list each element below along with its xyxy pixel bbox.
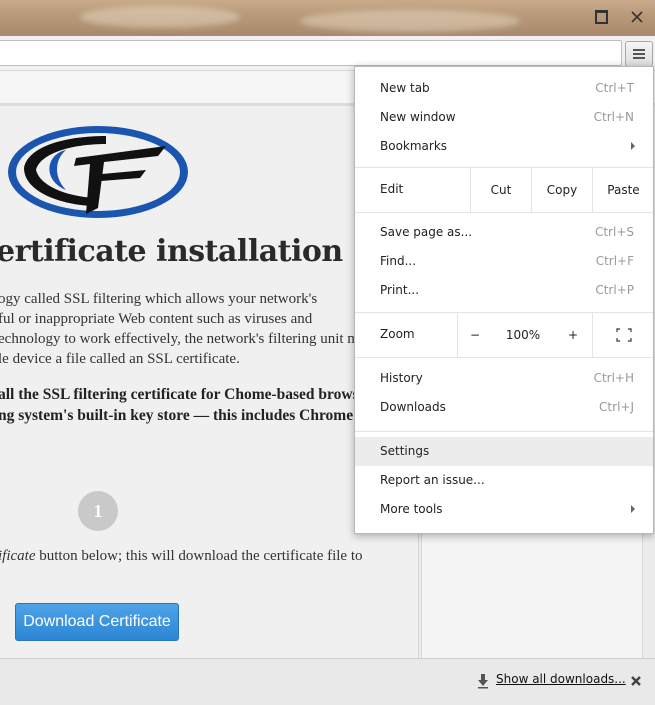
titlebar-texture [300, 10, 520, 32]
step-instruction-text: button below; this will download the cer… [35, 548, 363, 564]
zoom-in-button[interactable]: + [555, 313, 591, 357]
close-icon [631, 11, 643, 23]
menu-item-new-window[interactable]: New window Ctrl+N [355, 103, 653, 132]
menu-item-settings[interactable]: Settings [355, 437, 653, 466]
fullscreen-button[interactable] [592, 313, 654, 357]
menu-item-bookmarks[interactable]: Bookmarks [355, 132, 653, 161]
download-arrow-icon [478, 674, 488, 689]
menu-item-label: New window [380, 110, 456, 124]
menu-separator [355, 212, 653, 213]
downloads-shelf: Show all downloads... [0, 658, 655, 705]
browser-main-menu: New tab Ctrl+T New window Ctrl+N Bookmar… [354, 66, 654, 534]
menu-item-label: Settings [380, 444, 430, 458]
window-title-bar [0, 0, 655, 36]
menu-item-downloads[interactable]: Downloads Ctrl+J [355, 393, 653, 422]
menu-zoom-row: Zoom − 100% + [355, 313, 653, 357]
close-icon[interactable] [629, 674, 643, 688]
menu-item-label: History [380, 371, 423, 385]
company-logo [8, 126, 188, 218]
menu-item-shortcut: Ctrl+F [595, 254, 634, 268]
menu-item-label: Zoom [380, 327, 415, 341]
menu-item-shortcut: Ctrl+S [594, 225, 634, 239]
intro-line: echnology to work effectively, the netwo… [0, 331, 367, 347]
download-certificate-button[interactable]: Download Certificate [15, 603, 179, 641]
menu-item-more-tools[interactable]: More tools [355, 495, 653, 524]
browser-menu-button[interactable] [625, 41, 653, 67]
instruction-line: ng system's built-in key store — this in… [0, 407, 354, 424]
menu-item-label: Bookmarks [380, 139, 448, 153]
menu-separator [355, 357, 653, 358]
menu-item-print[interactable]: Print... Ctrl+P [355, 276, 653, 305]
menu-item-report-issue[interactable]: Report an issue... [355, 466, 653, 495]
menu-item-new-tab[interactable]: New tab Ctrl+T [355, 74, 653, 103]
zoom-level: 100% [505, 328, 541, 342]
step-instruction-emphasis: ificate [0, 548, 36, 564]
menu-item-label: Save page as... [380, 225, 473, 239]
menu-item-shortcut: Ctrl+J [599, 400, 634, 414]
menu-item-history[interactable]: History Ctrl+H [355, 364, 653, 393]
menu-separator [355, 431, 653, 432]
menu-item-save-page[interactable]: Save page as... Ctrl+S [355, 218, 653, 247]
intro-line: le device a file called an SSL certifica… [0, 351, 240, 367]
zoom-out-button[interactable]: − [457, 313, 492, 357]
menu-item-shortcut: Ctrl+T [595, 81, 634, 95]
menu-item-label: Find... [380, 254, 417, 268]
maximize-button[interactable] [586, 2, 616, 32]
menu-item-label: Report an issue... [380, 473, 485, 487]
hamburger-menu-icon [633, 53, 645, 55]
menu-item-find[interactable]: Find... Ctrl+F [355, 247, 653, 276]
menu-item-label: New tab [380, 81, 430, 95]
titlebar-texture [80, 6, 240, 28]
show-all-downloads-link[interactable]: Show all downloads... [496, 672, 626, 686]
menu-item-shortcut: Ctrl+H [593, 371, 634, 385]
menu-item-label: Downloads [380, 400, 446, 414]
submenu-arrow-icon [631, 505, 635, 513]
menu-edit-row: Edit Cut Copy Paste [355, 168, 653, 212]
address-bar[interactable] [0, 40, 622, 66]
copy-button[interactable]: Copy [531, 168, 592, 212]
menu-item-label: Print... [380, 283, 420, 297]
submenu-arrow-icon [631, 142, 635, 150]
fullscreen-icon [615, 328, 632, 342]
maximize-icon [594, 10, 608, 24]
instruction-line: all the SSL filtering certificate for Ch… [0, 386, 359, 403]
menu-item-label: More tools [380, 502, 443, 516]
window-close-button[interactable] [622, 2, 652, 32]
cut-button[interactable]: Cut [470, 168, 531, 212]
intro-line: ful or inappropriate Web content such as… [0, 311, 313, 327]
menu-item-shortcut: Ctrl+P [595, 283, 634, 297]
intro-line: ogy called SSL filtering which allows yo… [0, 291, 318, 307]
menu-item-label: Edit [380, 182, 404, 196]
menu-item-shortcut: Ctrl+N [593, 110, 634, 124]
step-instruction: ificate button below; this will download… [0, 548, 363, 565]
step-number-badge: 1 [78, 491, 118, 531]
page-title: ertificate installation [0, 234, 343, 269]
paste-button[interactable]: Paste [592, 168, 654, 212]
